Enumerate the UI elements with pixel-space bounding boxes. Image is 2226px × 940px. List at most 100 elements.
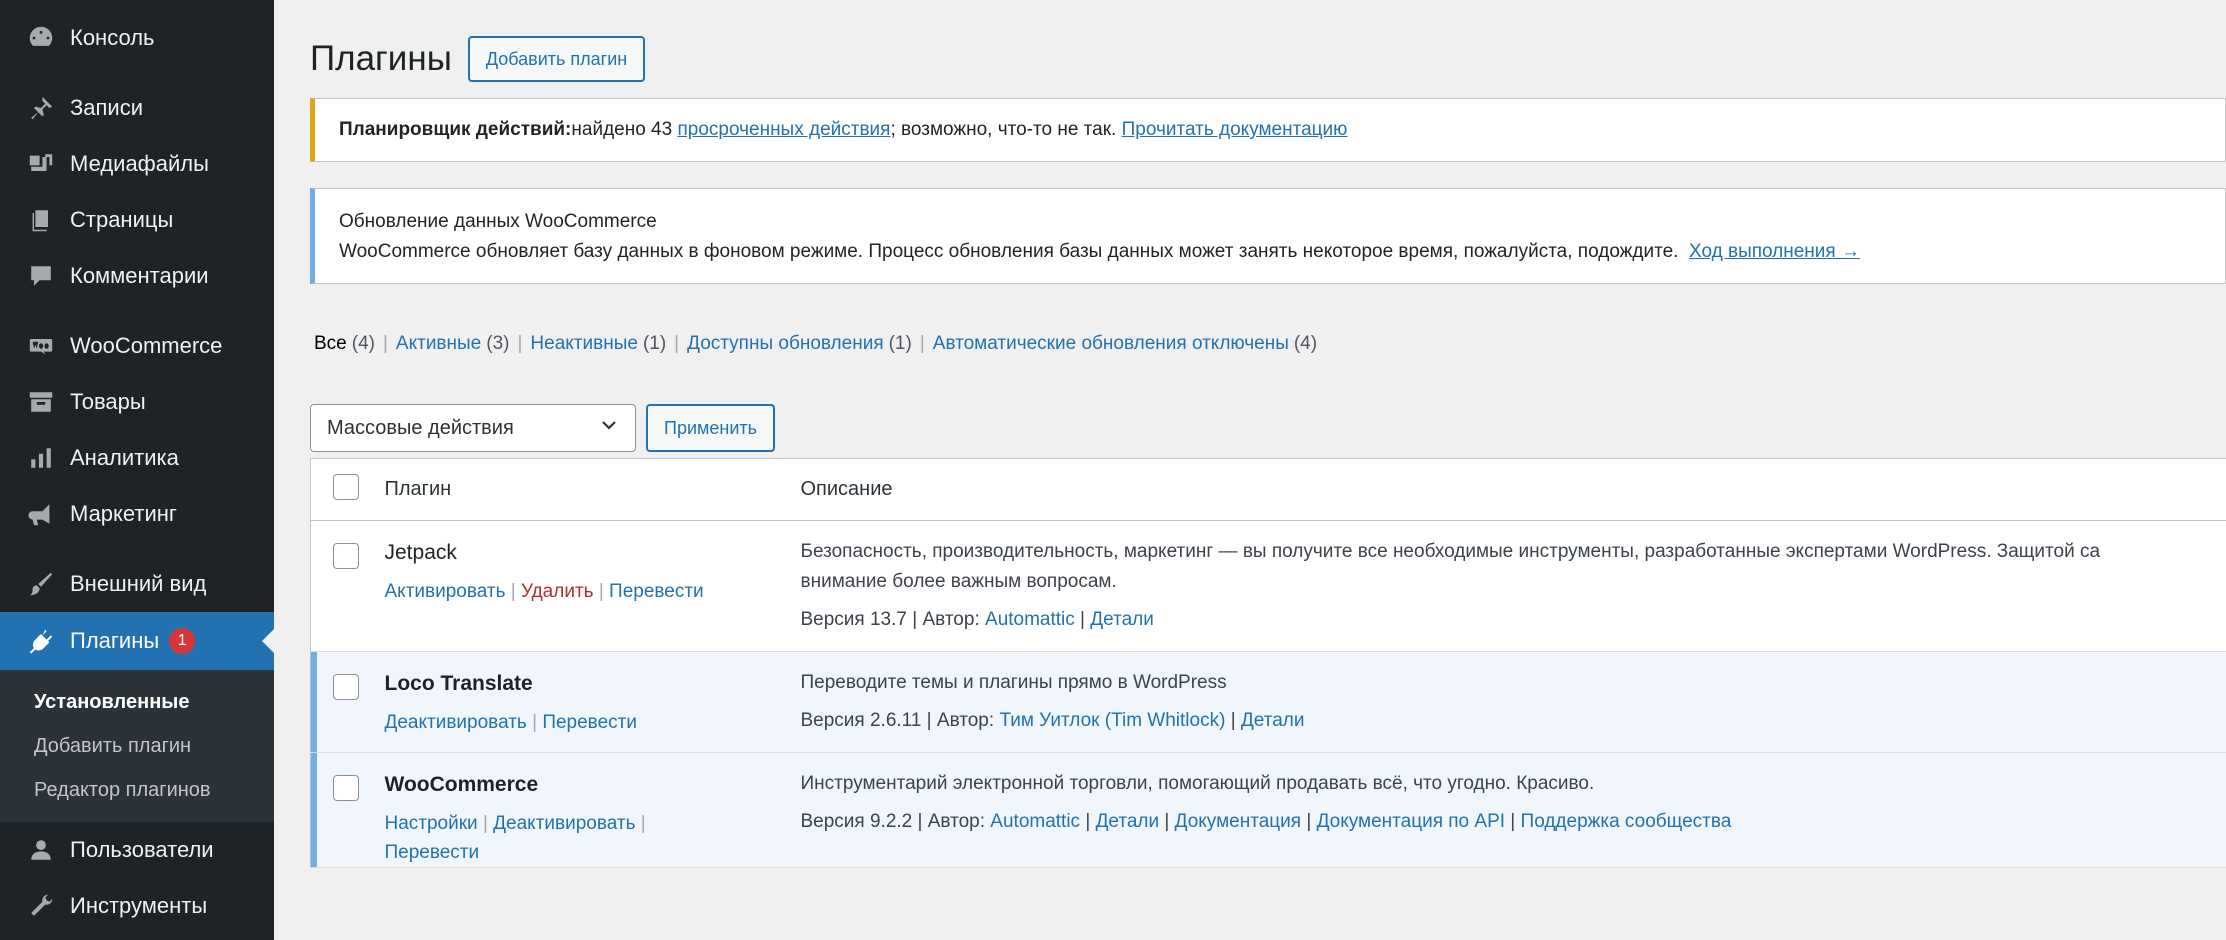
details-link[interactable]: Детали [1096, 811, 1160, 832]
filter-count: (3) [486, 333, 510, 354]
plugin-version: Версия 13.7 [800, 609, 907, 630]
menu-label: Медиафайлы [70, 151, 209, 176]
details-link[interactable]: Детали [1090, 609, 1154, 630]
plugin-icon [26, 626, 56, 656]
read-docs-link[interactable]: Прочитать документацию [1122, 119, 1348, 141]
row-checkbox[interactable] [333, 674, 359, 700]
docs-link[interactable]: Документация [1175, 811, 1301, 832]
menu-item-analytics[interactable]: Аналитика [0, 430, 274, 486]
menu-item-marketing[interactable]: Маркетинг [0, 486, 274, 542]
row-actions: Деактивировать | Перевести [384, 712, 637, 733]
translate-link[interactable]: Перевести [385, 842, 480, 863]
pin-icon [26, 93, 56, 123]
filter-upgrade[interactable]: Доступны обновления [687, 333, 884, 355]
plugin-status-filters: Все (4) | Активные (3) | Неактивные (1) | Д… [314, 333, 1318, 355]
plugin-name: Loco Translate [384, 672, 533, 695]
menu-label: Комментарии [70, 263, 209, 288]
bulk-action-select[interactable]: Массовые действия [310, 404, 636, 452]
menu-item-comments[interactable]: Комментарии [0, 248, 274, 304]
author-link[interactable]: Automattic [985, 609, 1075, 630]
author-link[interactable]: Тим Уитлок (Tim Whitlock) [999, 710, 1225, 731]
menu-item-posts[interactable]: Записи [0, 80, 274, 136]
row-checkbox[interactable] [333, 775, 359, 801]
deactivate-link[interactable]: Деактивировать [493, 813, 635, 834]
plugins-table: Плагин Описание Jetpack Активировать | У… [310, 458, 2226, 868]
menu-item-appearance[interactable]: Внешний вид [0, 556, 274, 612]
add-plugin-button[interactable]: Добавить плагин [467, 36, 646, 82]
filter-inactive[interactable]: Неактивные [530, 333, 638, 355]
plugin-description: Инструментарий электронной торговли, пом… [800, 773, 1595, 794]
action-scheduler-notice: Планировщик действий: найдено 43 просроче… [310, 98, 2226, 162]
delete-link[interactable]: Удалить [521, 581, 594, 602]
chevron-down-icon [599, 415, 619, 441]
page-header: Плагины Добавить плагин [310, 36, 646, 82]
apply-button[interactable]: Применить [646, 404, 776, 452]
media-icon [26, 149, 56, 179]
author-link[interactable]: Automattic [990, 811, 1080, 832]
brush-icon [26, 569, 56, 599]
menu-label: Консоль [70, 25, 155, 50]
author-label: Автор: [936, 710, 995, 731]
comment-icon [26, 261, 56, 291]
progress-link[interactable]: Ход выполнения → [1689, 241, 1860, 262]
archive-icon [26, 387, 56, 417]
filter-autoupdate-disabled[interactable]: Автоматические обновления отключены [933, 333, 1289, 355]
update-count-badge: 1 [169, 628, 196, 654]
page-title: Плагины [310, 39, 452, 78]
filter-count: (4) [351, 333, 375, 354]
select-value: Массовые действия [327, 416, 514, 439]
wrench-icon [26, 891, 56, 921]
chart-bar-icon [26, 443, 56, 473]
activate-link[interactable]: Активировать [385, 581, 506, 602]
table-row: Loco Translate Деактивировать | Перевест… [310, 651, 2226, 753]
plugin-version: Версия 9.2.2 [800, 811, 913, 832]
community-support-link[interactable]: Поддержка сообщества [1521, 811, 1732, 832]
submenu-plugin-editor[interactable]: Редактор плагинов [0, 768, 274, 812]
plugin-name: WooCommerce [384, 773, 539, 796]
filter-active[interactable]: Активные [396, 333, 481, 355]
row-actions: Активировать | Удалить | Перевести [384, 581, 704, 602]
api-docs-link[interactable]: Документация по API [1317, 811, 1505, 832]
menu-label: Пользователи [70, 837, 214, 862]
menu-item-media[interactable]: Медиафайлы [0, 136, 274, 192]
menu-item-tools[interactable]: Инструменты [0, 878, 274, 934]
translate-link[interactable]: Перевести [609, 581, 704, 602]
filter-count: (1) [642, 333, 667, 354]
plugin-description: внимание более важным вопросам. [800, 571, 1117, 592]
menu-label: WooCommerce [70, 333, 223, 358]
menu-label: Плагины [70, 628, 160, 653]
filter-count: (4) [1293, 333, 1318, 354]
plugin-meta: Версия 9.2.2 | Автор: Automattic | Детал… [800, 811, 1732, 832]
menu-item-pages[interactable]: Страницы [0, 192, 274, 248]
row-checkbox[interactable] [333, 543, 359, 569]
past-due-actions-link[interactable]: просроченных действия [677, 119, 890, 141]
menu-label: Записи [70, 95, 144, 120]
deactivate-link[interactable]: Деактивировать [385, 712, 527, 733]
details-link[interactable]: Детали [1241, 710, 1305, 731]
table-row: Jetpack Активировать | Удалить | Перевес… [310, 520, 2226, 652]
menu-item-plugins[interactable]: Плагины 1 [0, 612, 274, 670]
plugin-meta: Версия 13.7 | Автор: Automattic | Детали [800, 609, 1154, 630]
notice-strong: Планировщик действий: [339, 119, 572, 140]
menu-item-woocommerce[interactable]: WooCommerce [0, 318, 274, 374]
dashboard-icon [26, 23, 56, 53]
column-header-plugin[interactable]: Плагин [384, 458, 801, 521]
menu-label: Внешний вид [70, 571, 207, 596]
author-label: Автор: [922, 609, 980, 630]
pages-icon [26, 205, 56, 235]
menu-item-dashboard[interactable]: Консоль [0, 10, 274, 66]
select-all-checkbox[interactable] [333, 473, 359, 500]
settings-link[interactable]: Настройки [385, 813, 478, 834]
menu-item-users[interactable]: Пользователи [0, 822, 274, 878]
megaphone-icon [26, 499, 56, 529]
submenu-installed[interactable]: Установленные [0, 680, 274, 724]
filter-all[interactable]: Все [314, 333, 347, 355]
plugin-version: Версия 2.6.11 [800, 710, 922, 731]
submenu-add-plugin[interactable]: Добавить плагин [0, 724, 274, 768]
translate-link[interactable]: Перевести [542, 712, 637, 733]
menu-item-products[interactable]: Товары [0, 374, 274, 430]
plugin-description: Переводите темы и плагины прямо в WordPr… [800, 672, 1227, 693]
notice-text: WooCommerce обновляет базу данных в фоно… [339, 241, 1679, 262]
users-icon [26, 835, 56, 865]
menu-label: Аналитика [70, 445, 179, 470]
